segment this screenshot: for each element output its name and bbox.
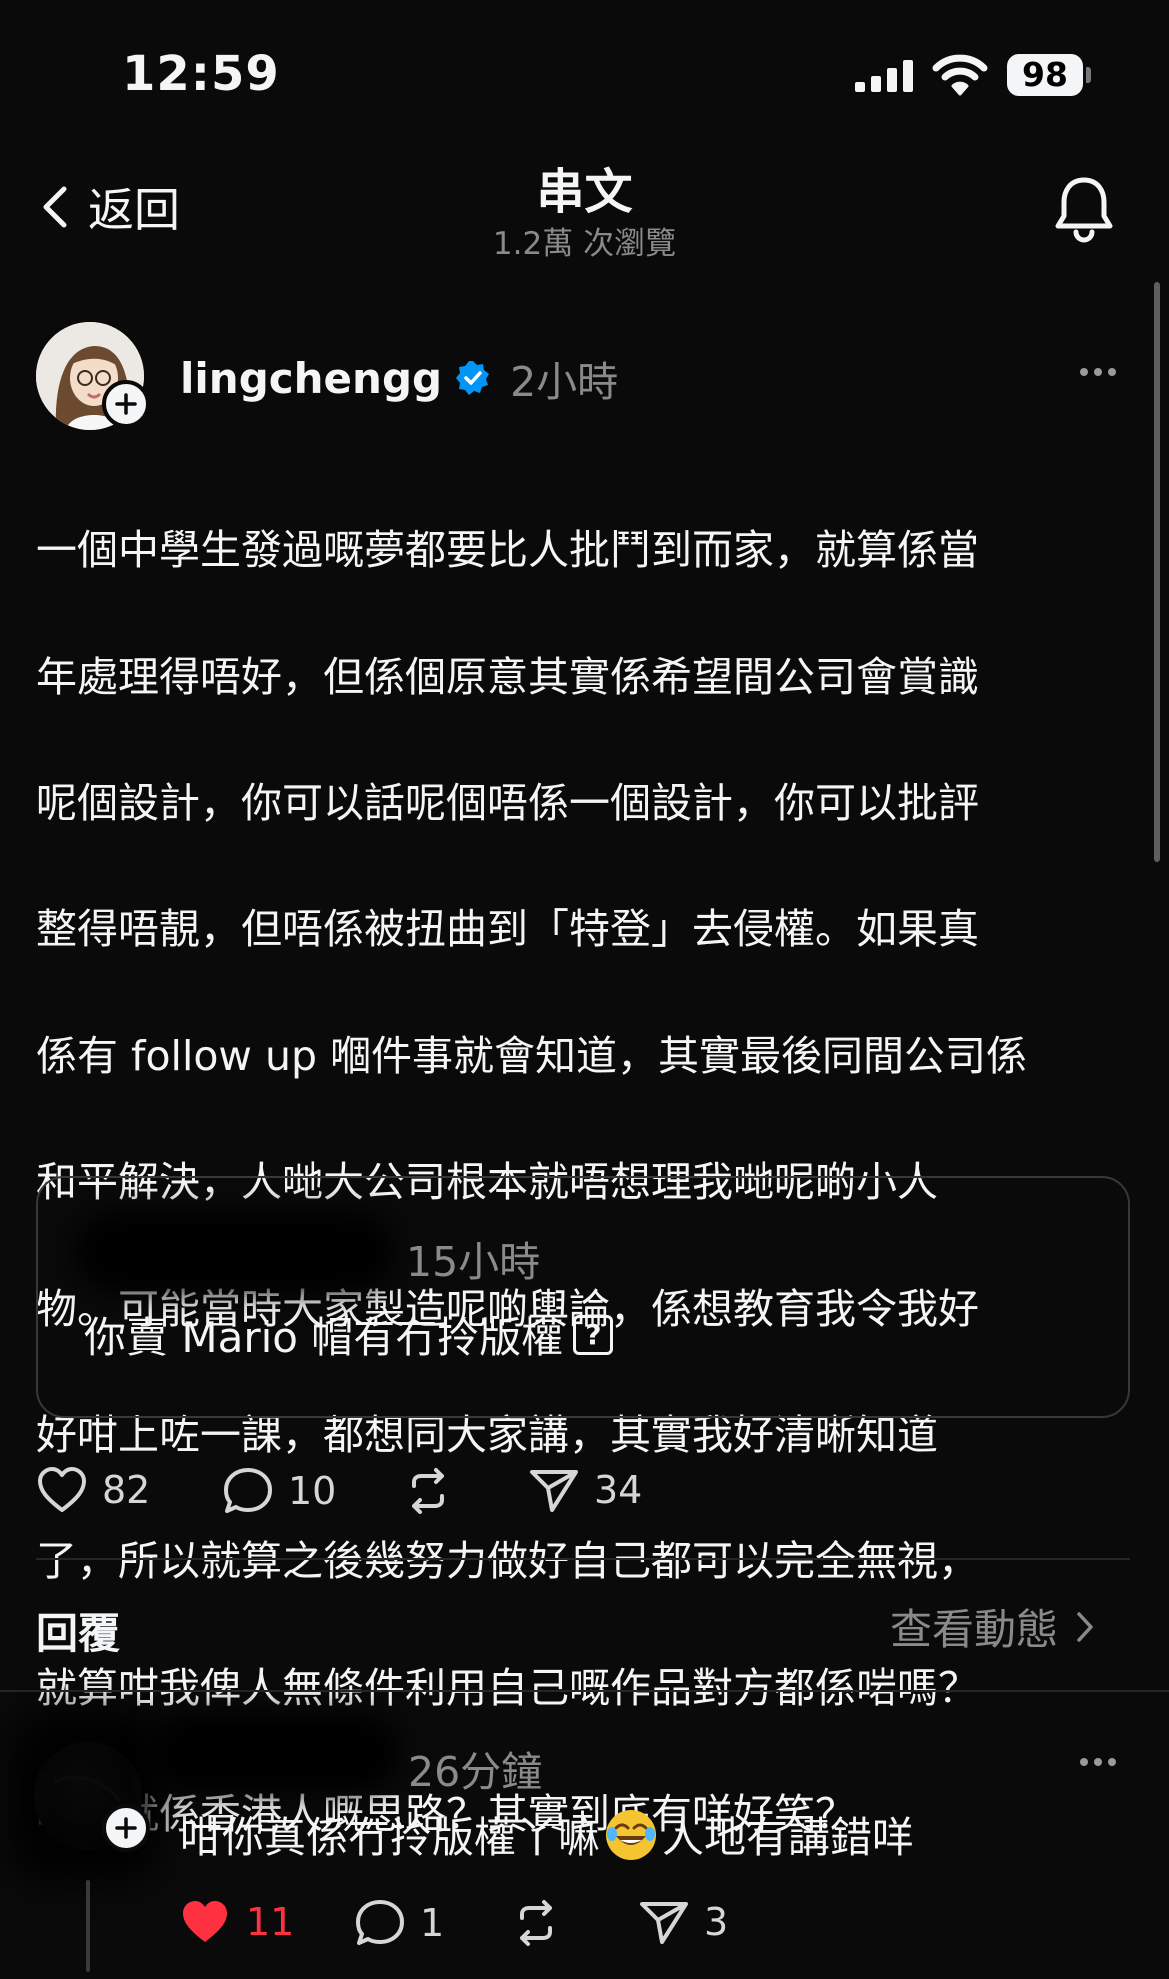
post-line: 就算咁我俾人無條件利用自己嘅作品對方都係啱嗎？ bbox=[36, 1663, 979, 1712]
post-line: 呢個設計，你可以話呢個唔係一個設計，你可以批評 bbox=[36, 779, 979, 828]
replies-heading: 回覆 bbox=[36, 1609, 121, 1658]
post-line: 係有 follow up 嗰件事就會知道，其實最後同間公司係 bbox=[36, 1031, 1028, 1080]
reply-share-button[interactable]: 3 bbox=[638, 1898, 728, 1946]
view-count: 1.2萬 次瀏覽 bbox=[492, 226, 677, 262]
thread-line bbox=[86, 1880, 90, 1972]
follow-plus-icon[interactable] bbox=[102, 1804, 150, 1852]
heart-filled-icon bbox=[183, 1901, 227, 1942]
share-button[interactable]: 34 bbox=[528, 1466, 642, 1514]
verified-badge-icon bbox=[456, 361, 490, 395]
quoted-post-timestamp: 15小時 bbox=[406, 1238, 541, 1286]
battery-cap bbox=[1086, 67, 1091, 83]
scrollbar[interactable] bbox=[1154, 282, 1160, 862]
reply-share-count: 3 bbox=[704, 1900, 729, 1944]
comment-icon bbox=[224, 1468, 272, 1513]
heart-icon bbox=[38, 1467, 86, 1512]
status-time: 12:59 bbox=[122, 46, 280, 102]
battery-indicator: 98 bbox=[1007, 54, 1083, 96]
reply-text-row: 咁你真係冇拎版權丫嘛 人地有講錯咩 bbox=[180, 1804, 914, 1865]
view-activity-label: 查看動態 bbox=[890, 1605, 1059, 1654]
divider bbox=[0, 1690, 1169, 1692]
repost-icon bbox=[520, 1900, 552, 1946]
view-activity-link[interactable]: 查看動態 bbox=[890, 1596, 1094, 1657]
reply-comment-count: 1 bbox=[420, 1901, 445, 1945]
share-icon bbox=[530, 1470, 578, 1512]
comment-count: 10 bbox=[288, 1469, 337, 1513]
reply-repost-button[interactable] bbox=[510, 1898, 562, 1948]
like-button[interactable]: 82 bbox=[36, 1466, 150, 1514]
post-line: 了，所以就算之後幾努力做好自己都可以完全無視， bbox=[36, 1537, 979, 1586]
reply-text-start: 咁你真係冇拎版權丫嘛 bbox=[180, 1813, 601, 1862]
repost-icon bbox=[412, 1468, 444, 1514]
more-options-icon[interactable] bbox=[1080, 368, 1116, 376]
quoted-post-text-row: 你賣 Mario 帽有冇拎版權 ? bbox=[84, 1304, 614, 1365]
wifi-icon bbox=[932, 54, 988, 100]
reply-timestamp: 26分鐘 bbox=[408, 1748, 543, 1796]
quoted-post-text: 你賣 Mario 帽有冇拎版權 bbox=[84, 1313, 564, 1362]
reply-like-button[interactable]: 11 bbox=[178, 1898, 294, 1946]
author-line: lingchengg 2小時 bbox=[180, 348, 618, 408]
post-line: 整得唔靚，但唔係被扭曲到「特登」去侵權。如果真 bbox=[36, 905, 979, 954]
reply-text-end: 人地有講錯咩 bbox=[662, 1813, 915, 1862]
post-line: 一個中學生發過嘅夢都要比人批鬥到而家，就算係當 bbox=[36, 526, 979, 575]
laughing-tears-emoji-icon bbox=[606, 1809, 657, 1860]
divider bbox=[36, 1558, 1130, 1560]
author-username[interactable]: lingchengg bbox=[180, 354, 442, 403]
cellular-signal-icon bbox=[855, 58, 915, 98]
reply-more-options-icon[interactable] bbox=[1080, 1758, 1116, 1766]
like-count: 82 bbox=[102, 1468, 151, 1512]
redacted-username bbox=[74, 1212, 394, 1292]
follow-plus-icon[interactable] bbox=[102, 380, 150, 428]
share-count: 34 bbox=[594, 1468, 643, 1512]
comment-icon bbox=[356, 1900, 404, 1945]
comment-button[interactable]: 10 bbox=[222, 1466, 336, 1516]
share-icon bbox=[640, 1902, 688, 1944]
reply-like-count: 11 bbox=[246, 1900, 295, 1944]
redacted-username bbox=[150, 1714, 400, 1792]
page-title: 串文 bbox=[536, 164, 633, 220]
redacted-avatar-area bbox=[10, 1712, 160, 1882]
reply-comment-button[interactable]: 1 bbox=[354, 1898, 444, 1948]
post-timestamp: 2小時 bbox=[510, 358, 619, 406]
post-line: 年處理得唔好，但係個原意其實係希望間公司會賞識 bbox=[36, 652, 979, 701]
question-mark-icon: ? bbox=[573, 1314, 614, 1355]
chevron-right-icon bbox=[1077, 1611, 1093, 1642]
repost-button[interactable] bbox=[402, 1466, 454, 1516]
bell-icon[interactable] bbox=[1048, 172, 1120, 248]
